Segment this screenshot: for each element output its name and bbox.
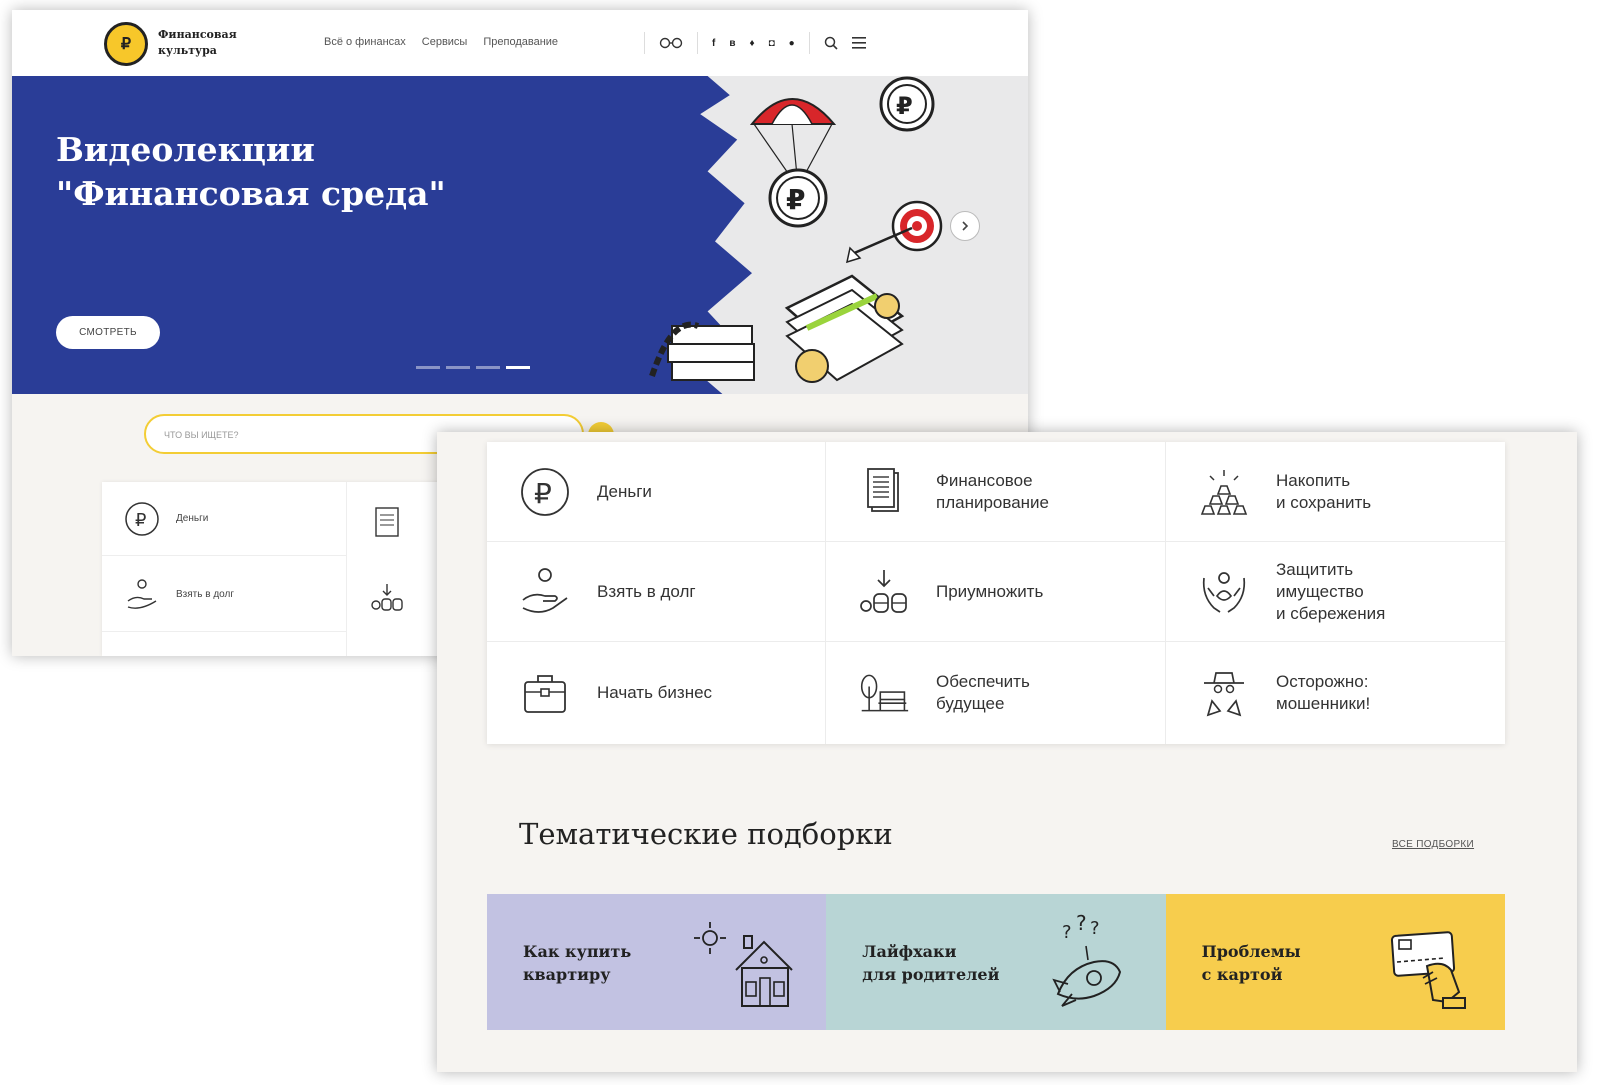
svg-text:₽: ₽ — [896, 92, 913, 120]
collection-title: Лайфхаки для родителей — [862, 942, 1000, 984]
category-label: Деньги — [597, 481, 652, 501]
category-planning[interactable]: Финансовое планирование — [826, 442, 1166, 542]
all-collections-link[interactable]: ВСЕ ПОДБОРКИ — [1392, 839, 1474, 850]
glasses-icon[interactable] — [659, 37, 683, 49]
next-slide-button[interactable] — [950, 211, 980, 241]
category-label: Обеспечить будущее — [936, 672, 1030, 713]
hand-coin-icon — [519, 566, 571, 618]
divider — [808, 32, 810, 54]
fraudster-icon — [1198, 667, 1250, 719]
category-label: Приумножить — [936, 581, 1044, 601]
categories-grid: ₽ Деньги Финансовое планирование Накопит… — [487, 442, 1505, 744]
svg-text:₽: ₽ — [786, 183, 805, 216]
category-label: Начать бизнес — [597, 683, 713, 702]
search-icon[interactable] — [824, 36, 838, 50]
ruble-coin-icon: ₽ — [124, 501, 160, 537]
menu-icon[interactable] — [851, 37, 866, 49]
tree-bench-icon — [858, 667, 910, 719]
category-borrow[interactable]: Взять в долг — [487, 542, 826, 642]
briefcase-icon — [519, 667, 571, 719]
nav-item-teaching[interactable]: Преподавание — [483, 36, 558, 48]
categories-window-front: ₽ Деньги Финансовое планирование Накопит… — [437, 432, 1577, 1072]
slider-dot[interactable] — [476, 366, 500, 369]
ruble-coin-icon: ₽ — [519, 466, 571, 518]
category-money-back[interactable]: ₽ Деньги — [102, 482, 346, 556]
divider — [644, 32, 645, 54]
coins-stack-icon — [858, 566, 910, 618]
logo-title-line1: Финансовая — [158, 28, 237, 41]
category-label: Защитить имущество и сбережения — [1276, 559, 1386, 623]
category-money[interactable]: ₽ Деньги — [487, 442, 826, 542]
header-actions: f в ♦ ◘ ● — [644, 32, 866, 54]
section-title: Тематические подборки — [519, 817, 893, 851]
coins-stack-icon — [371, 584, 403, 611]
category-fraud[interactable]: Осторожно: мошенники! — [1166, 642, 1505, 744]
hero-title: Видеолекции "Финансовая среда" — [56, 128, 446, 216]
watch-button[interactable]: СМОТРЕТЬ — [56, 316, 160, 349]
chained-books-icon — [649, 321, 755, 381]
category-business[interactable]: Начать бизнес — [487, 642, 826, 744]
facebook-icon[interactable]: f — [712, 38, 715, 49]
bank-card-icon — [1390, 931, 1466, 1009]
category-save[interactable]: Накопить и сохранить — [1166, 442, 1505, 542]
ok-icon[interactable]: ♦ — [750, 38, 755, 49]
category-label: Взять в долг — [597, 581, 696, 601]
divider — [697, 32, 698, 54]
slider-dots — [416, 366, 530, 369]
nav-item-finance[interactable]: Всё о финансах — [324, 36, 406, 48]
chevron-right-icon — [962, 221, 969, 231]
target-icon — [845, 200, 943, 264]
category-future[interactable]: Обеспечить будущее — [826, 642, 1166, 744]
main-nav: Всё о финансах Сервисы Преподавание — [324, 36, 558, 48]
category-label: Взять в долг — [176, 589, 234, 600]
category-label: Финансовое планирование — [936, 470, 1050, 512]
gold-bars-icon — [1198, 466, 1250, 518]
slider-dot-active[interactable] — [506, 366, 530, 369]
youtube-icon[interactable]: ● — [789, 38, 795, 49]
rocket-icon: ? ? ? — [1051, 912, 1121, 1007]
collections-row: Как купить квартиру Лайфхаки для родител… — [487, 894, 1505, 1030]
svg-text:₽: ₽ — [534, 477, 552, 510]
collection-tile-card[interactable]: Проблемы с картой — [1165, 894, 1505, 1030]
category-protect[interactable]: Защитить имущество и сбережения — [1166, 542, 1505, 642]
logo-title-line2: культура — [158, 44, 217, 57]
hand-coin-icon — [124, 577, 160, 613]
logo-text[interactable]: Финансовая культура — [158, 27, 268, 59]
svg-text:?: ? — [1090, 918, 1100, 939]
hands-protect-icon — [1198, 566, 1250, 618]
hero-title-line1: Видеолекции — [56, 130, 315, 169]
svg-text:?: ? — [1062, 922, 1072, 943]
categories-back-grid: ₽ Деньги Взять в долг — [102, 482, 462, 656]
hero-banner: Видеолекции "Финансовая среда" СМОТРЕТЬ … — [12, 76, 1028, 394]
nav-item-services[interactable]: Сервисы — [422, 36, 468, 48]
collection-tile-apartment[interactable]: Как купить квартиру — [487, 894, 827, 1030]
document-icon — [858, 466, 910, 518]
site-header: ₽ Финансовая культура Всё о финансах Сер… — [12, 10, 1028, 76]
document-icon — [375, 507, 399, 537]
category-label: Осторожно: мошенники! — [1276, 672, 1371, 713]
parachute-icon: ₽ — [749, 98, 837, 228]
house-icon — [694, 922, 794, 1007]
instagram-icon[interactable]: ◘ — [769, 38, 775, 49]
category-label: Деньги — [176, 513, 209, 524]
svg-text:?: ? — [1076, 912, 1087, 935]
collection-tile-parents[interactable]: Лайфхаки для родителей ? ? ? — [826, 894, 1166, 1030]
collection-title: Как купить квартиру — [523, 942, 632, 984]
slider-dot[interactable] — [446, 366, 470, 369]
divider — [346, 482, 347, 656]
hero-illustration: ₽ ₽ — [649, 76, 943, 383]
collection-title: Проблемы с картой — [1201, 942, 1301, 984]
vk-icon[interactable]: в — [729, 38, 735, 49]
category-label: Накопить и сохранить — [1276, 470, 1372, 512]
svg-text:₽: ₽ — [135, 510, 146, 531]
slider-dot[interactable] — [416, 366, 440, 369]
category-borrow-back[interactable]: Взять в долг — [102, 558, 346, 632]
hero-title-line2: "Финансовая среда" — [56, 174, 446, 213]
money-stack-icon — [784, 274, 905, 383]
category-multiply[interactable]: Приумножить — [826, 542, 1166, 642]
logo-coin-icon[interactable]: ₽ — [104, 22, 148, 66]
coin-icon: ₽ — [879, 76, 935, 132]
